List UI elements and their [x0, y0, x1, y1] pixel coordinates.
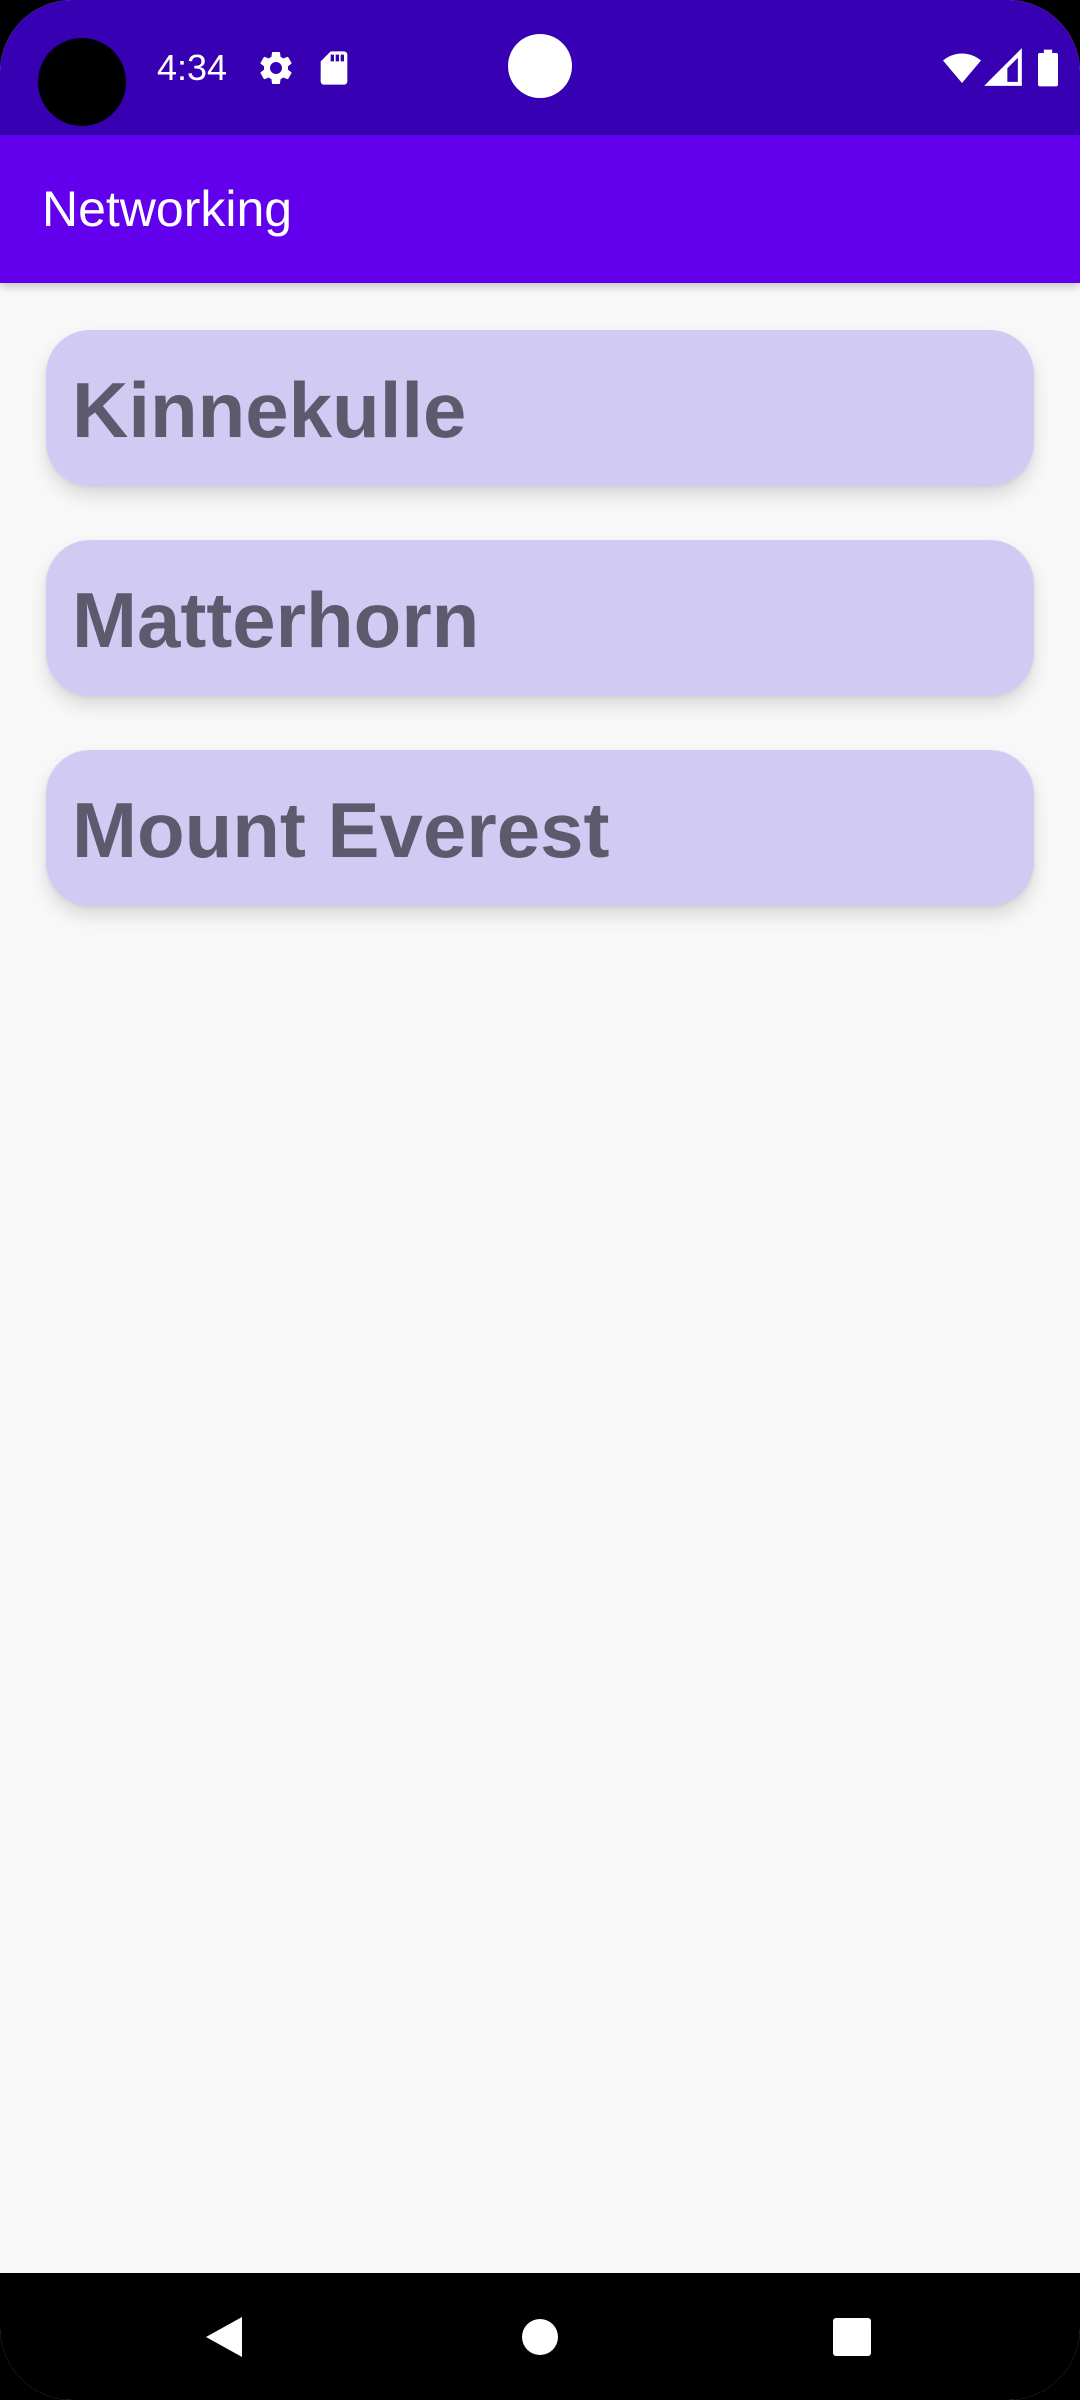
home-icon [520, 2317, 560, 2357]
mountain-name: Kinnekulle [72, 366, 467, 454]
mountain-card[interactable]: Kinnekulle [46, 330, 1034, 486]
mountain-list: Kinnekulle Matterhorn Mount Everest [46, 330, 1034, 960]
status-time: 4:34 [157, 47, 228, 88]
home-button[interactable] [498, 2295, 582, 2379]
wifi-icon [942, 48, 982, 88]
app-bar: Networking [0, 135, 1080, 283]
back-icon [202, 2313, 246, 2361]
mountain-name: Matterhorn [72, 576, 480, 664]
recents-button[interactable] [810, 2295, 894, 2379]
cell-signal-icon [984, 48, 1024, 88]
back-button[interactable] [182, 2295, 266, 2379]
status-bar: 4:34 [0, 0, 1080, 135]
sd-card-icon [314, 48, 354, 88]
battery-icon [1030, 48, 1066, 88]
camera-cutout [38, 38, 126, 126]
mountain-card[interactable]: Matterhorn [46, 540, 1034, 696]
navigation-bar [0, 2273, 1080, 2400]
front-sensor [508, 34, 572, 98]
mountain-card[interactable]: Mount Everest [46, 750, 1034, 906]
settings-icon [256, 48, 296, 88]
mountain-name: Mount Everest [72, 786, 610, 874]
phone-screen: 4:34 Networking Kinnekulle Matterhorn Mo… [0, 0, 1080, 2400]
recents-icon [832, 2317, 872, 2357]
app-title: Networking [42, 181, 293, 237]
